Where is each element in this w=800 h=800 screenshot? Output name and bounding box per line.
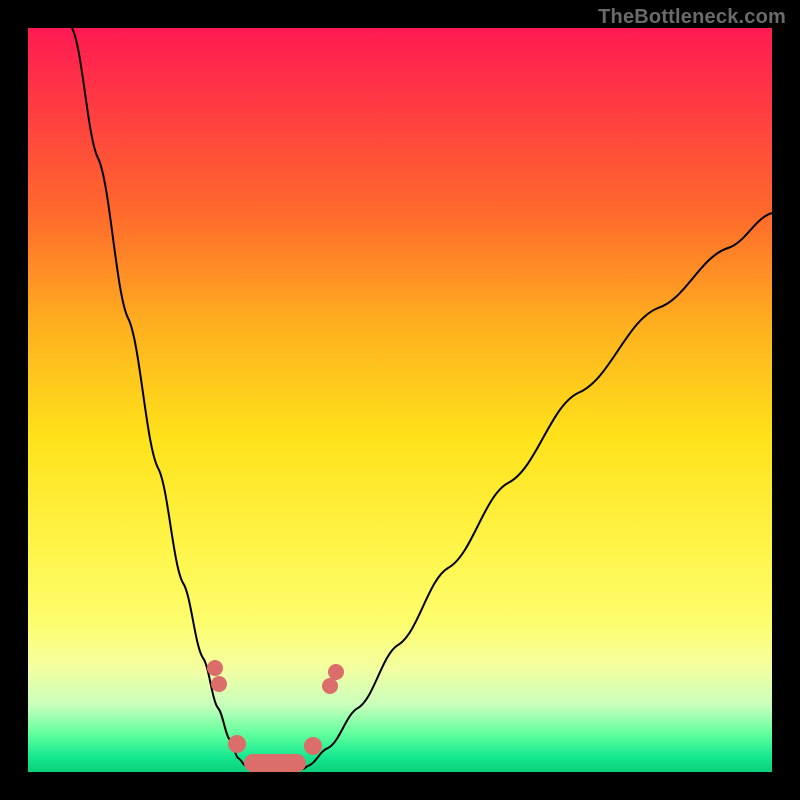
- floor-pill: [244, 754, 306, 772]
- chart-frame: [28, 28, 772, 772]
- chart-svg: [28, 28, 772, 772]
- left-upper-dot-1: [207, 660, 223, 676]
- right-curve-path: [308, 213, 772, 766]
- watermark-text: TheBottleneck.com: [598, 6, 786, 29]
- markers-group: [207, 660, 344, 772]
- right-upper-dot-1: [322, 678, 338, 694]
- right-upper-dot-2: [328, 664, 344, 680]
- left-upper-dot-2: [211, 676, 227, 692]
- left-lower-dot: [228, 735, 246, 753]
- right-lower-dot: [304, 737, 322, 755]
- left-curve-path: [72, 28, 246, 766]
